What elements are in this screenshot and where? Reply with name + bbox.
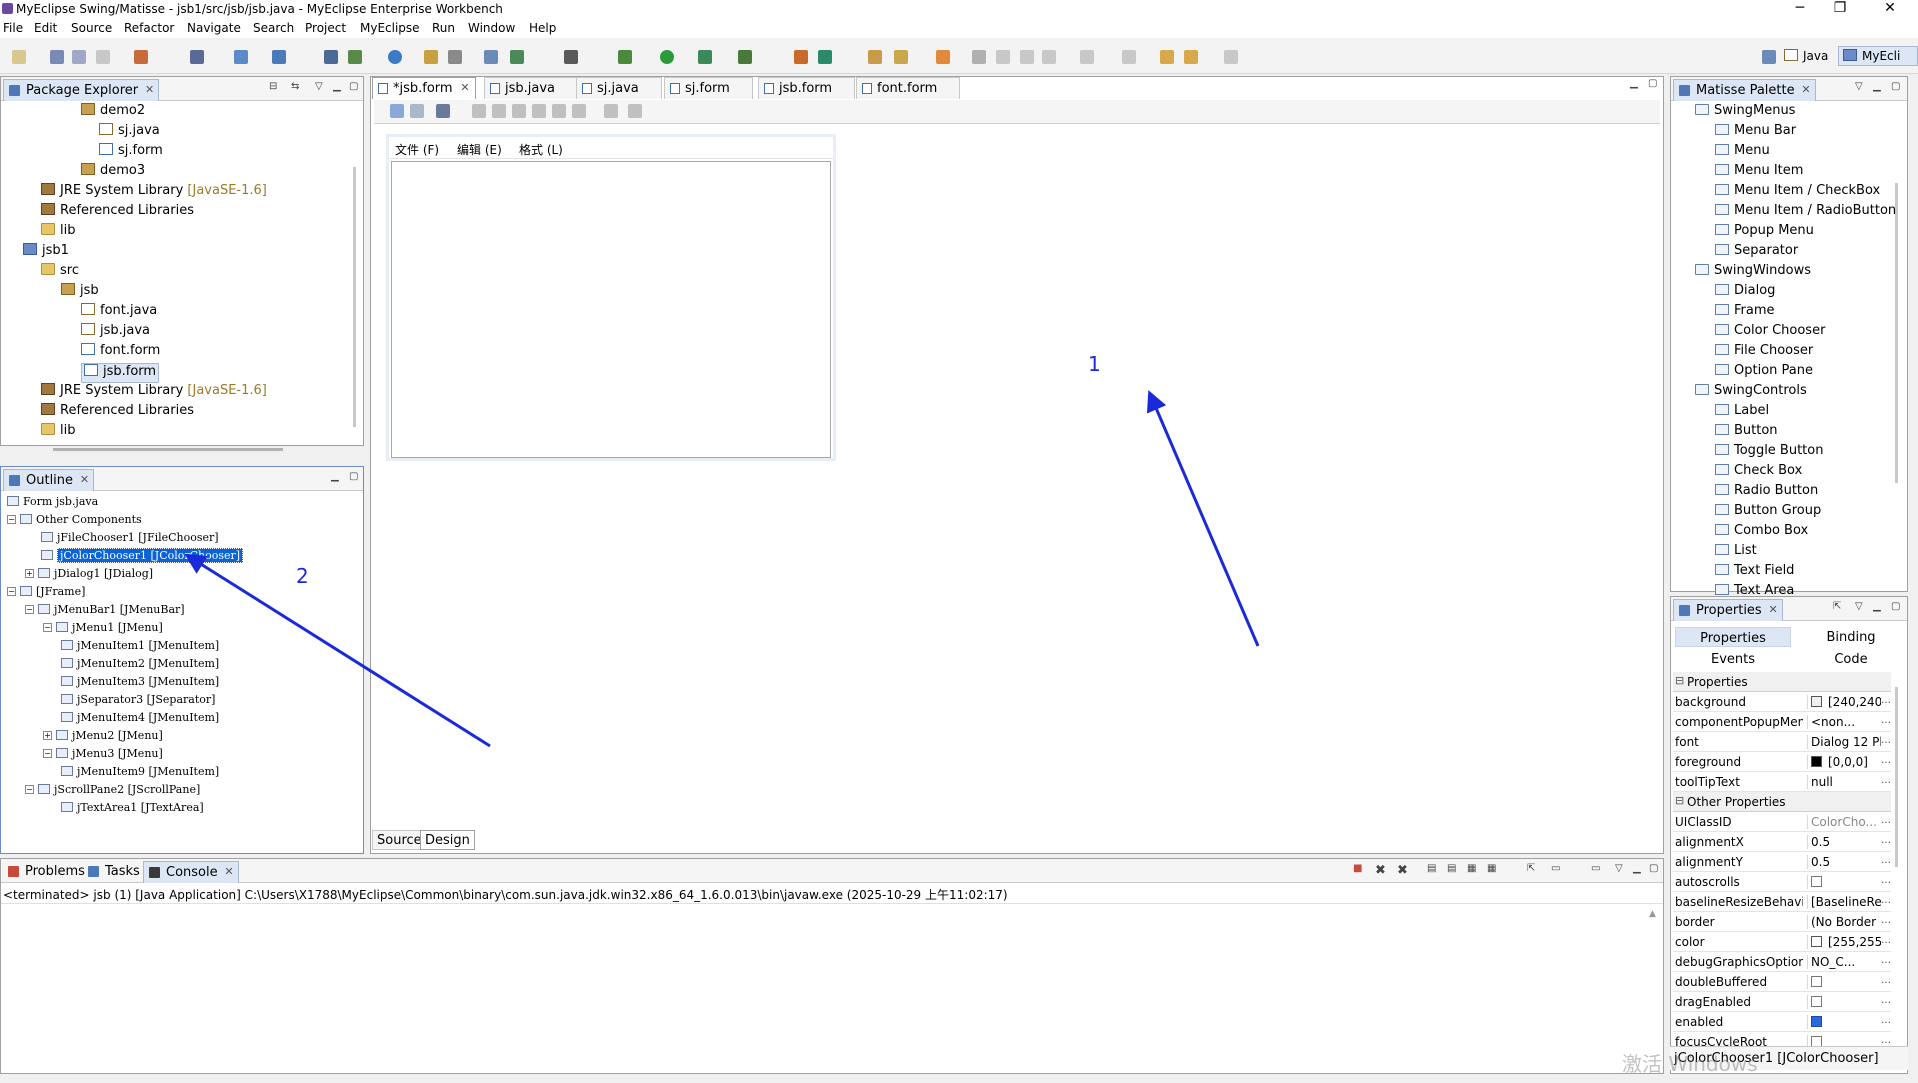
arrow-2 [184, 553, 491, 748]
annotation-overlay [184, 390, 1260, 748]
arrow-2-label: 2 [296, 564, 309, 588]
arrow-1-label: 1 [1088, 352, 1101, 376]
arrow-1 [1146, 390, 1260, 647]
